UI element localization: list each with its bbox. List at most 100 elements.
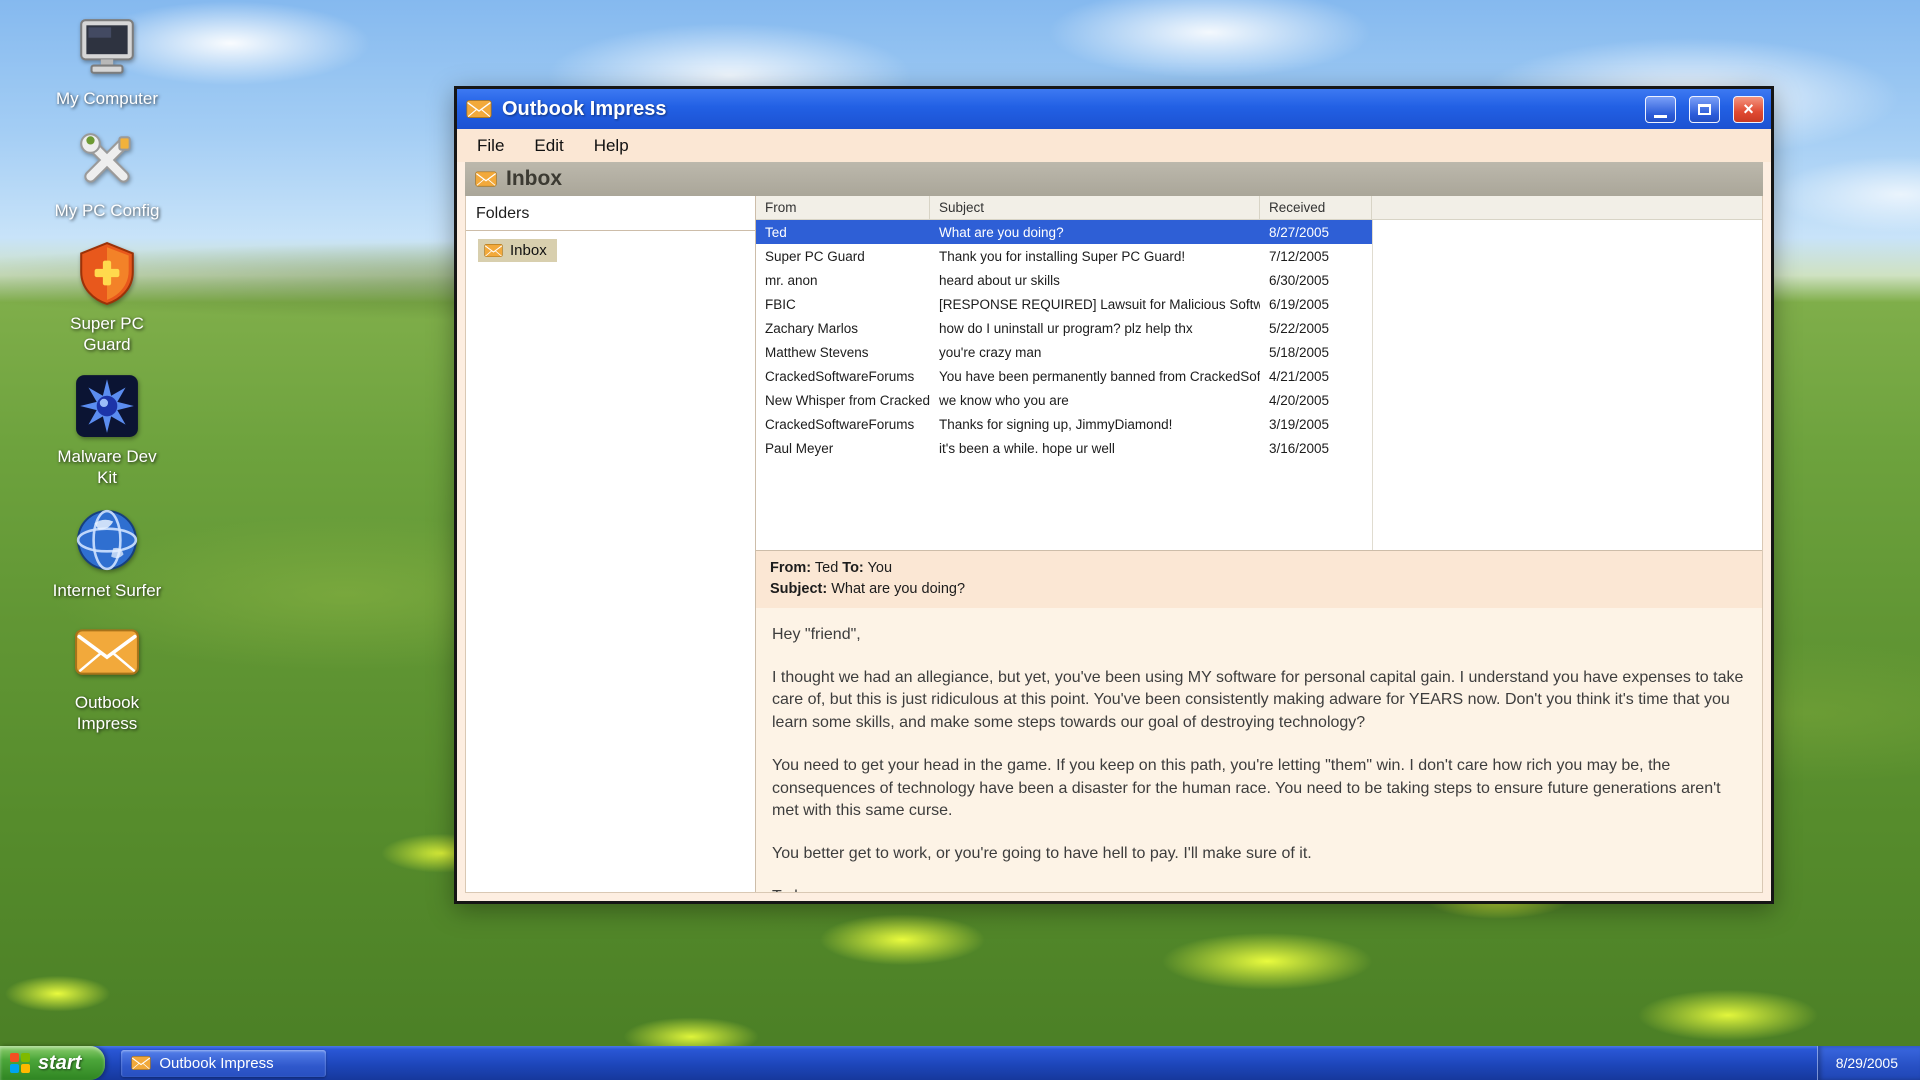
mail-row-received: 8/27/2005	[1260, 225, 1372, 240]
window-title: Outbook Impress	[502, 98, 1632, 121]
mail-row[interactable]: Super PC Guard Thank you for installing …	[756, 244, 1372, 268]
menu-help[interactable]: Help	[594, 136, 629, 156]
mail-row-received: 3/16/2005	[1260, 441, 1372, 456]
globe-icon	[73, 506, 141, 574]
mail-row-subject: it's been a while. hope ur well	[930, 441, 1260, 456]
windows-flag-icon	[10, 1053, 30, 1073]
mail-row-received: 4/21/2005	[1260, 369, 1372, 384]
message-paragraph: I thought we had an allegiance, but yet,…	[772, 667, 1746, 735]
mail-list: From Subject Received Ted What are you d…	[756, 196, 1762, 550]
mail-row-received: 3/19/2005	[1260, 417, 1372, 432]
desktop-icon-my-pc-config[interactable]: My PC Config	[32, 126, 182, 221]
taskbar-task-label: Outbook Impress	[159, 1055, 273, 1072]
maximize-icon	[1698, 104, 1711, 115]
inbox-view-header: Inbox	[465, 162, 1763, 196]
mail-row-from: mr. anon	[756, 273, 930, 288]
mail-row-subject: You have been permanently banned from Cr…	[930, 369, 1260, 384]
mail-row-from: Paul Meyer	[756, 441, 930, 456]
mail-pane: From Subject Received Ted What are you d…	[756, 196, 1762, 892]
mail-row-received: 6/19/2005	[1260, 297, 1372, 312]
view-title: Inbox	[506, 167, 562, 191]
menu-edit[interactable]: Edit	[534, 136, 563, 156]
message-subject-line: Subject: What are you doing?	[770, 579, 1748, 600]
mail-row-received: 4/20/2005	[1260, 393, 1372, 408]
mail-row[interactable]: Paul Meyer it's been a while. hope ur we…	[756, 436, 1372, 460]
mail-row[interactable]: CrackedSoftwareForums You have been perm…	[756, 364, 1372, 388]
folders-pane-title: Folders	[466, 196, 755, 231]
envelope-icon	[131, 1055, 151, 1071]
start-button[interactable]: start	[0, 1046, 105, 1080]
tools-icon	[73, 126, 141, 194]
desktop: { "colors": { "titlebar_blue": "#2260e4"…	[0, 0, 1920, 1080]
desktop-icon-label: My Computer	[56, 88, 158, 109]
message-to-value: You	[868, 560, 892, 576]
menu-file[interactable]: File	[477, 136, 504, 156]
shield-icon	[73, 239, 141, 307]
mail-row-from: Ted	[756, 225, 930, 240]
main-split: Folders Inbox From Subject Received	[465, 196, 1763, 893]
taskbar-clock[interactable]: 8/29/2005	[1817, 1046, 1920, 1080]
envelope-icon	[73, 618, 141, 686]
mail-row-from: CrackedSoftwareForums	[756, 417, 930, 432]
window-content: Inbox Folders Inbox From Subject Receive…	[457, 162, 1771, 901]
mail-list-rows: Ted What are you doing? 8/27/2005 Super …	[756, 220, 1373, 550]
desktop-icon-column: My Computer My PC Config	[32, 14, 182, 734]
mail-row[interactable]: FBIC [RESPONSE REQUIRED] Lawsuit for Mal…	[756, 292, 1372, 316]
close-button[interactable]: ×	[1733, 96, 1764, 123]
mail-row[interactable]: Zachary Marlos how do I uninstall ur pro…	[756, 316, 1372, 340]
message-subject-value: What are you doing?	[831, 581, 965, 597]
mail-row-from: Super PC Guard	[756, 249, 930, 264]
column-header-from[interactable]: From	[756, 196, 930, 219]
desktop-icon-outbook-impress[interactable]: Outbook Impress	[32, 618, 182, 735]
message-to-label: To:	[842, 560, 863, 576]
start-button-label: start	[38, 1052, 81, 1075]
mail-row[interactable]: Matthew Stevens you're crazy man 5/18/20…	[756, 340, 1372, 364]
minimize-icon	[1654, 115, 1667, 118]
window-titlebar[interactable]: Outbook Impress ×	[457, 89, 1771, 129]
mail-row-received: 7/12/2005	[1260, 249, 1372, 264]
message-from-value: Ted	[815, 560, 838, 576]
message-paragraph: You better get to work, or you're going …	[772, 843, 1746, 866]
menu-bar: File Edit Help	[457, 129, 1771, 162]
mail-row-subject: how do I uninstall ur program? plz help …	[930, 321, 1260, 336]
column-header-subject[interactable]: Subject	[930, 196, 1260, 219]
desktop-icon-label: Super PC Guard	[47, 313, 167, 356]
folder-item-inbox[interactable]: Inbox	[478, 239, 557, 262]
mail-row[interactable]: CrackedSoftwareForums Thanks for signing…	[756, 412, 1372, 436]
maximize-button[interactable]	[1689, 96, 1720, 123]
desktop-icon-label: Outbook Impress	[47, 692, 167, 735]
desktop-icon-malware-dev-kit[interactable]: Malware Dev Kit	[32, 372, 182, 489]
message-header: From: Ted To: You Subject: What are you …	[756, 550, 1762, 608]
mail-row-received: 6/30/2005	[1260, 273, 1372, 288]
desktop-icon-super-pc-guard[interactable]: Super PC Guard	[32, 239, 182, 356]
desktop-icon-label: Internet Surfer	[53, 580, 162, 601]
mail-row-subject: heard about ur skills	[930, 273, 1260, 288]
message-paragraph: Ted	[772, 886, 1746, 892]
computer-icon	[73, 14, 141, 82]
virus-burst-icon	[73, 372, 141, 440]
envelope-icon	[466, 98, 492, 120]
message-subject-label: Subject:	[770, 581, 827, 597]
mail-row-subject: [RESPONSE REQUIRED] Lawsuit for Maliciou…	[930, 297, 1260, 312]
folders-pane: Folders Inbox	[466, 196, 756, 892]
envelope-icon	[475, 170, 497, 188]
mail-row-received: 5/22/2005	[1260, 321, 1372, 336]
mail-row[interactable]: Ted What are you doing? 8/27/2005	[756, 220, 1372, 244]
desktop-icon-my-computer[interactable]: My Computer	[32, 14, 182, 109]
taskbar-task-outbook-impress[interactable]: Outbook Impress	[121, 1050, 326, 1077]
message-from-to-line: From: Ted To: You	[770, 558, 1748, 579]
desktop-icon-internet-surfer[interactable]: Internet Surfer	[32, 506, 182, 601]
minimize-button[interactable]	[1645, 96, 1676, 123]
mail-row[interactable]: New Whisper from CrackedS... we know who…	[756, 388, 1372, 412]
column-header-spacer	[1372, 196, 1762, 219]
mail-row-subject: What are you doing?	[930, 225, 1260, 240]
message-paragraph: You need to get your head in the game. I…	[772, 755, 1746, 823]
mail-row[interactable]: mr. anon heard about ur skills 6/30/2005	[756, 268, 1372, 292]
column-header-received[interactable]: Received	[1260, 196, 1372, 219]
mail-list-header: From Subject Received	[756, 196, 1762, 220]
mail-row-from: Zachary Marlos	[756, 321, 930, 336]
mail-row-subject: you're crazy man	[930, 345, 1260, 360]
mail-row-subject: Thank you for installing Super PC Guard!	[930, 249, 1260, 264]
folder-item-label: Inbox	[510, 242, 547, 259]
mail-row-subject: we know who you are	[930, 393, 1260, 408]
